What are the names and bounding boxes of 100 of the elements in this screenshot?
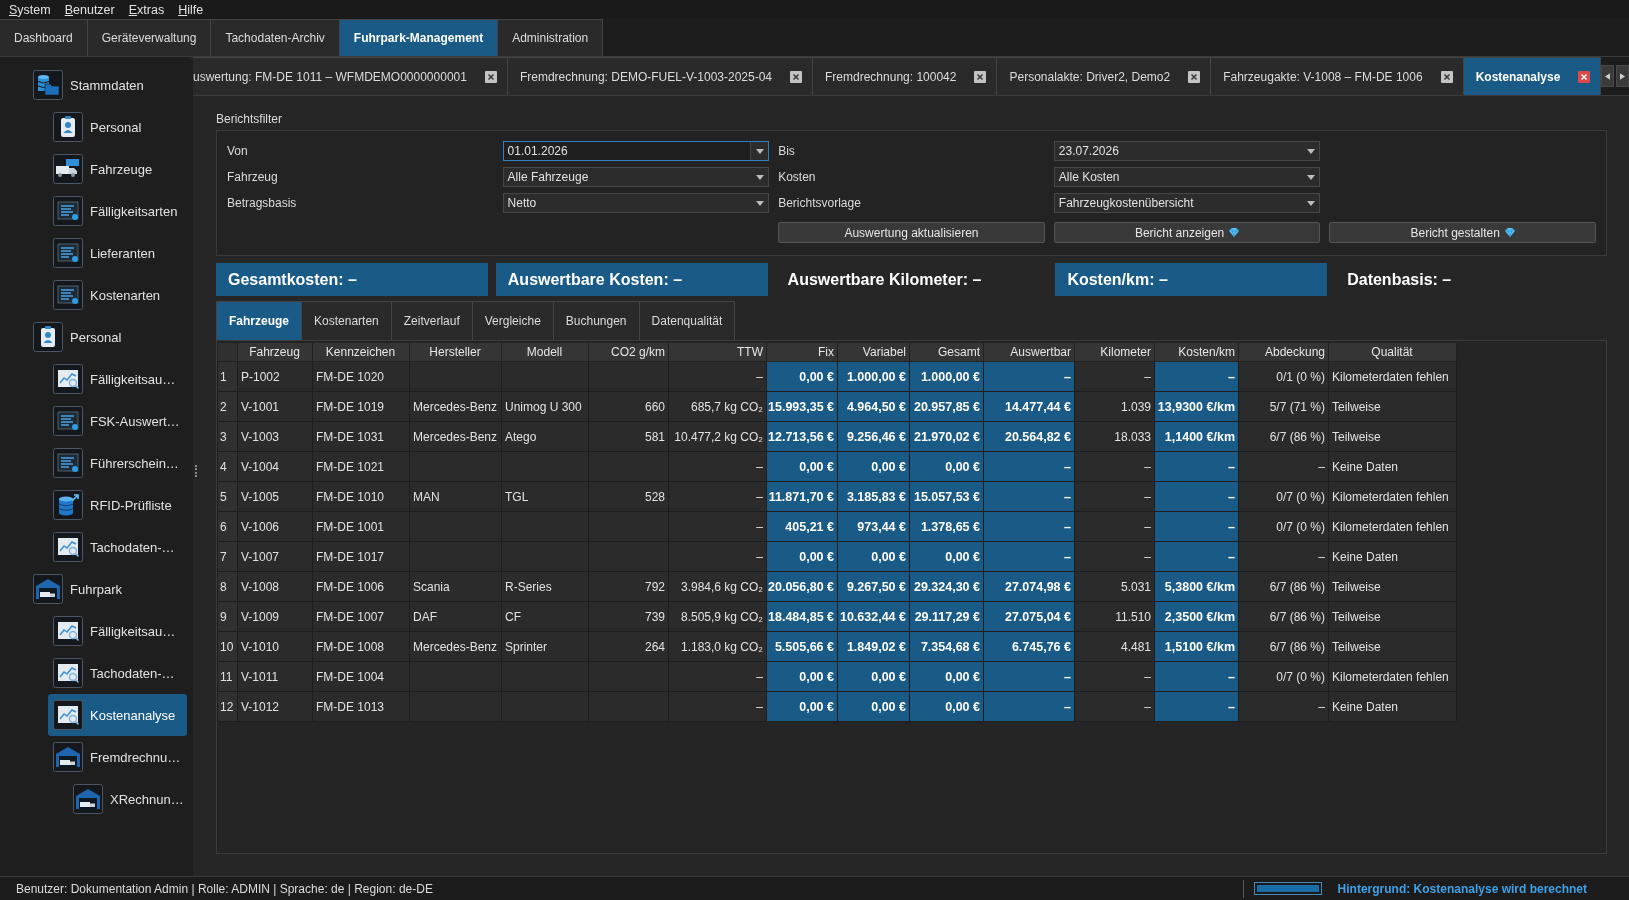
splitter-handle[interactable] bbox=[195, 465, 197, 477]
tree-item[interactable]: FSK-Auswert… bbox=[48, 400, 187, 442]
menu-item[interactable]: Extras bbox=[121, 2, 172, 17]
tree-item[interactable]: Tachodaten-… bbox=[48, 526, 187, 568]
tree-item[interactable]: Fahrzeuge bbox=[48, 148, 187, 190]
document-tab[interactable]: Fremdrechnung: DEMO-FUEL-V-1003-2025-04 bbox=[507, 57, 814, 95]
column-header[interactable]: Qualität bbox=[1328, 342, 1457, 362]
document-tab[interactable]: Fremdrechnung: 100042 bbox=[813, 57, 998, 95]
tree-item[interactable]: Lieferanten bbox=[48, 232, 187, 274]
section-tab[interactable]: Kostenarten bbox=[302, 301, 392, 340]
tree-item[interactable]: Personal bbox=[28, 316, 187, 358]
column-header[interactable]: Hersteller bbox=[409, 342, 502, 362]
tree-item[interactable]: Fälligkeitsau… bbox=[48, 610, 187, 652]
column-header[interactable]: Fahrzeug bbox=[237, 342, 313, 362]
tree-item[interactable]: RFID-Prüfliste bbox=[48, 484, 187, 526]
dropdown-field[interactable]: 01.01.2026 bbox=[502, 141, 770, 161]
dropdown-field[interactable]: Alle Kosten bbox=[1053, 167, 1321, 187]
design-report-button[interactable]: Bericht gestalten bbox=[1329, 222, 1596, 243]
table-cell: 15.057,53 € bbox=[909, 481, 984, 512]
column-header[interactable]: Kennzeichen bbox=[312, 342, 410, 362]
chart-icon bbox=[53, 700, 83, 730]
main-tab[interactable]: Tachodaten-Archiv bbox=[211, 19, 340, 56]
tree-item[interactable]: Fälligkeitsau… bbox=[48, 358, 187, 400]
close-icon[interactable] bbox=[1440, 70, 1453, 83]
dropdown-field[interactable]: Alle Fahrzeuge bbox=[502, 167, 770, 187]
field-label: Betragsbasis bbox=[227, 196, 297, 210]
table-cell: Atego bbox=[501, 421, 589, 452]
section-tab[interactable]: Vergleiche bbox=[472, 301, 554, 340]
scroll-left-button[interactable] bbox=[1601, 65, 1615, 87]
table-cell: MAN bbox=[409, 481, 502, 512]
refresh-button[interactable]: Auswertung aktualisieren bbox=[778, 222, 1045, 243]
table-cell: 1.849,02 € bbox=[837, 631, 910, 662]
document-tab[interactable]: uswertung: FM-DE 1011 – WFMDEMO0000000001 bbox=[193, 57, 508, 95]
table-cell: 1.378,65 € bbox=[909, 511, 984, 542]
table-cell: Kilometerdaten fehlen bbox=[1328, 361, 1457, 392]
column-header[interactable]: Variabel bbox=[837, 342, 910, 362]
table-cell: 405,21 € bbox=[766, 511, 838, 542]
tree-item[interactable]: Kostenanalyse bbox=[48, 694, 187, 736]
column-header[interactable]: Abdeckung bbox=[1238, 342, 1329, 362]
section-tab[interactable]: Fahrzeuge bbox=[216, 301, 302, 340]
table-cell: Mercedes-Benz bbox=[409, 391, 502, 422]
menu-item[interactable]: Hilfe bbox=[171, 2, 211, 17]
table-cell: 6/7 (86 %) bbox=[1238, 601, 1329, 632]
main-tab[interactable]: Fuhrpark-Management bbox=[339, 19, 499, 56]
summary-label: Datenbasis: – bbox=[1346, 270, 1453, 289]
column-header[interactable]: Kosten/km bbox=[1154, 342, 1239, 362]
table-cell: – bbox=[983, 541, 1075, 572]
table-cell: 0,00 € bbox=[909, 541, 984, 572]
close-icon[interactable] bbox=[790, 70, 803, 83]
field-label: Von bbox=[227, 144, 248, 158]
column-header[interactable]: Modell bbox=[501, 342, 589, 362]
document-tab[interactable]: Personalakte: Driver2, Demo2 bbox=[997, 57, 1212, 95]
column-header[interactable]: Auswertbar bbox=[983, 342, 1075, 362]
tree-item[interactable]: Stammdaten bbox=[28, 64, 187, 106]
tree-item[interactable]: Tachodaten-… bbox=[48, 652, 187, 694]
close-icon[interactable] bbox=[484, 70, 497, 83]
close-icon[interactable] bbox=[1578, 70, 1591, 83]
tree-item[interactable]: Kostenarten bbox=[48, 274, 187, 316]
table-cell: FM-DE 1007 bbox=[312, 601, 410, 632]
tree-item[interactable]: Fuhrpark bbox=[28, 568, 187, 610]
tree-item[interactable]: Fälligkeitsarten bbox=[48, 190, 187, 232]
chart-icon bbox=[53, 658, 83, 688]
row-number: 12 bbox=[217, 691, 238, 722]
scroll-right-button[interactable] bbox=[1616, 65, 1629, 87]
menu-item[interactable]: System bbox=[2, 2, 58, 17]
main-tab[interactable]: Administration bbox=[498, 19, 604, 56]
gem-icon bbox=[1229, 228, 1240, 237]
show-report-button[interactable]: Bericht anzeigen bbox=[1053, 222, 1321, 243]
column-header[interactable]: Gesamt bbox=[909, 342, 984, 362]
close-icon[interactable] bbox=[974, 70, 987, 83]
caret-left-icon bbox=[1605, 72, 1611, 80]
section-tab[interactable]: Buchungen bbox=[553, 301, 640, 340]
column-header[interactable]: CO2 g/km bbox=[588, 342, 669, 362]
caret-down-icon bbox=[755, 200, 764, 206]
table-cell: Teilweise bbox=[1328, 391, 1457, 422]
tree-item[interactable]: XRechnun… bbox=[68, 778, 187, 820]
dropdown-field[interactable]: 23.07.2026 bbox=[1053, 141, 1321, 161]
table-cell: 20.957,85 € bbox=[909, 391, 984, 422]
main-tab[interactable]: Geräteverwaltung bbox=[87, 19, 212, 56]
section-tab[interactable]: Datenqualität bbox=[639, 301, 736, 340]
summary-card: Gesamtkosten: – bbox=[216, 263, 488, 296]
tree-item[interactable]: Führerschein… bbox=[48, 442, 187, 484]
menu-item[interactable]: Benutzer bbox=[57, 2, 122, 17]
table-cell: – bbox=[983, 481, 1075, 512]
tree-item[interactable]: Fremdrechnu… bbox=[48, 736, 187, 778]
column-header[interactable]: TTW bbox=[668, 342, 767, 362]
table-cell: V-1012 bbox=[237, 691, 313, 722]
document-tab[interactable]: Kostenanalyse bbox=[1463, 57, 1602, 95]
dropdown-field[interactable]: Fahrzeugkostenübersicht bbox=[1053, 193, 1321, 213]
document-tab[interactable]: Fahrzeugakte: V-1008 – FM-DE 1006 bbox=[1211, 57, 1464, 95]
dropdown-field[interactable]: Netto bbox=[502, 193, 770, 213]
id-badge-icon bbox=[53, 112, 83, 142]
column-header[interactable]: Fix bbox=[766, 342, 838, 362]
close-icon[interactable] bbox=[1188, 70, 1201, 83]
column-header[interactable]: Kilometer bbox=[1074, 342, 1155, 362]
table-cell: FM-DE 1017 bbox=[312, 541, 410, 572]
list-icon bbox=[53, 196, 83, 226]
section-tab[interactable]: Zeitverlauf bbox=[391, 301, 473, 340]
main-tab[interactable]: Dashboard bbox=[0, 19, 88, 56]
tree-item[interactable]: Personal bbox=[48, 106, 187, 148]
